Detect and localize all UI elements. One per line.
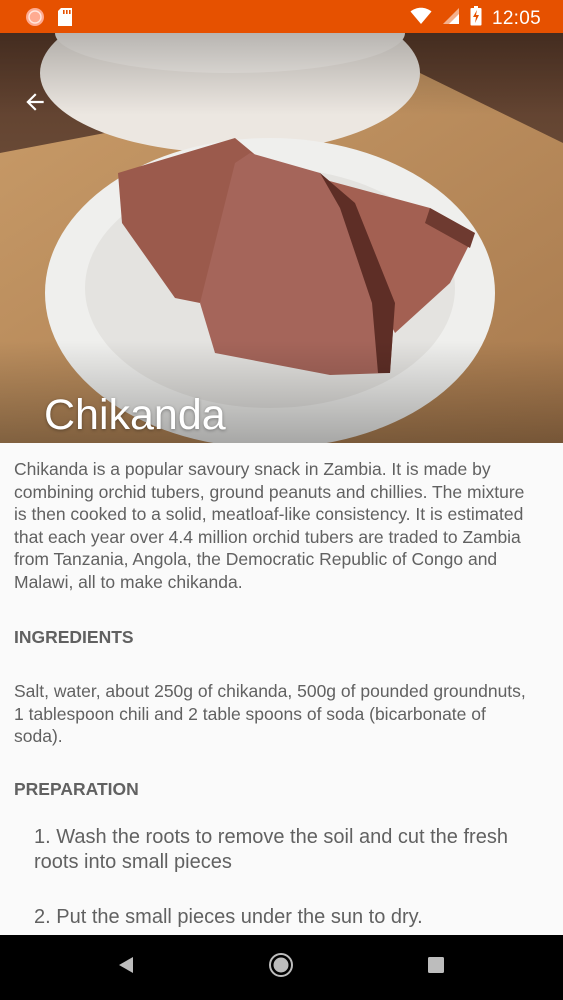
recipe-content: Chikanda is a popular savoury snack in Z… <box>14 458 539 593</box>
wifi-icon <box>410 7 432 30</box>
signal-icon <box>442 7 460 30</box>
nav-home-button[interactable] <box>241 935 321 1000</box>
status-bar: 12:05 <box>0 0 563 33</box>
nav-recents-button[interactable] <box>396 935 476 1000</box>
preparation-heading: PREPARATION <box>14 779 139 799</box>
nav-back-button[interactable] <box>86 935 166 1000</box>
status-bar-left <box>25 7 73 32</box>
sd-card-icon <box>57 7 73 32</box>
navigation-bar <box>0 935 563 1000</box>
preparation-step: 2. Put the small pieces under the sun to… <box>34 906 423 928</box>
preparation-step: 1. Wash the roots to remove the soil and… <box>34 826 508 873</box>
chikanda-photo <box>0 33 563 443</box>
page-title: Chikanda <box>44 391 226 439</box>
back-button[interactable] <box>22 89 58 125</box>
battery-charging-icon <box>470 6 482 31</box>
status-bar-right: 12:05 <box>410 6 541 31</box>
ingredients-heading: INGREDIENTS <box>14 627 134 647</box>
recents-square-icon <box>427 956 445 979</box>
ingredients-text: Salt, water, about 250g of chikanda, 500… <box>14 681 526 746</box>
status-time: 12:05 <box>491 7 541 29</box>
notification-icon <box>25 7 45 32</box>
recipe-description: Chikanda is a popular savoury snack in Z… <box>14 459 525 592</box>
home-circle-icon <box>268 952 294 983</box>
hero-header: Chikanda <box>0 33 563 443</box>
back-triangle-icon <box>117 955 135 980</box>
